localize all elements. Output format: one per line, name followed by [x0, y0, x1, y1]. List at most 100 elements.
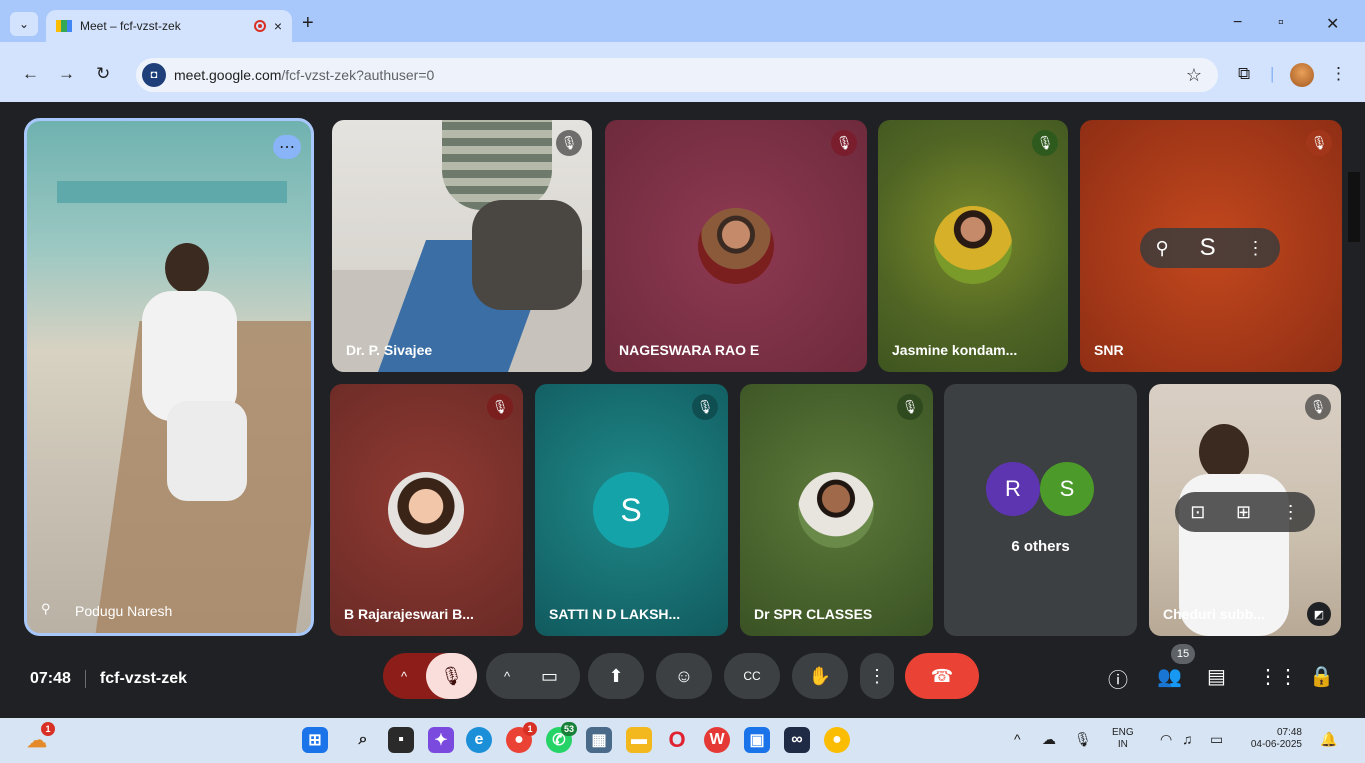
tile-more-options-icon[interactable]: ⋯	[273, 135, 301, 159]
unmute-mic-button[interactable]: 🎙	[426, 653, 477, 699]
forward-arrow-icon[interactable]: →	[58, 64, 75, 84]
file-explorer-icon[interactable]: ▬	[626, 727, 652, 753]
reactions-button[interactable]: ☺	[656, 653, 712, 699]
person-legs-shape	[167, 401, 247, 501]
raise-hand-button[interactable]: ✋	[792, 653, 848, 699]
video-options-chevron-icon[interactable]: ^	[504, 669, 510, 684]
chrome-profile-icon[interactable]: ●	[824, 727, 850, 753]
participant-tile-jasmine[interactable]: 🎙 Jasmine kondam...	[878, 120, 1068, 372]
weather-widget-icon[interactable]: ☁ 1	[24, 722, 55, 753]
microsoft-store-icon[interactable]: ▣	[744, 727, 770, 753]
pin-icon[interactable]: ⚲	[1155, 238, 1168, 259]
wps-office-icon[interactable]: W	[704, 727, 730, 753]
chrome-icon[interactable]: ● 1	[506, 722, 537, 753]
add-to-screen-icon[interactable]: ⊞	[1236, 502, 1251, 523]
tile-hover-controls: ⊡ ⊞ ⋮	[1175, 492, 1315, 532]
participant-tile-cheduri[interactable]: ⊡ ⊞ ⋮ 🎙 ◩ Cheduri subb...	[1149, 384, 1341, 636]
people-count-badge: 15	[1171, 644, 1195, 664]
close-window-button[interactable]: ✕	[1326, 14, 1339, 34]
tile-name: SNR	[1094, 342, 1124, 358]
cloud-sync-icon[interactable]: ☁	[1042, 731, 1056, 748]
whatsapp-icon[interactable]: ✆ 53	[546, 722, 577, 753]
address-bar[interactable]: ◘ meet.google.com/fcf-vzst-zek?authuser=…	[136, 58, 1218, 92]
browser-menu-kebab-icon[interactable]: ⋮	[1330, 64, 1347, 84]
pin-icon: ⚲	[41, 601, 51, 616]
people-icon[interactable]: 👥	[1157, 664, 1182, 689]
participant-tile-satti[interactable]: S 🎙 SATTI N D LAKSH...	[535, 384, 728, 636]
more-options-button[interactable]: ⋮	[860, 653, 894, 699]
zoom-like-app-icon[interactable]: ∞	[784, 727, 810, 753]
back-arrow-icon[interactable]: ←	[22, 64, 39, 84]
audio-options-chevron-icon[interactable]: ^	[401, 669, 407, 684]
tile-name: Dr. P. Sivajee	[346, 342, 433, 358]
microphone-icon[interactable]: 🎙	[1074, 731, 1092, 748]
muted-mic-icon: 🎙	[692, 394, 718, 420]
person-legs-shape	[472, 200, 582, 310]
copilot-icon[interactable]: ✦	[428, 727, 454, 753]
tile-more-options-icon[interactable]: ⋮	[1247, 238, 1265, 259]
volume-icon[interactable]: ♫	[1182, 731, 1193, 747]
participant-tile-nageswara[interactable]: 🎙 NAGESWARA RAO E	[605, 120, 867, 372]
windows-start-icon[interactable]: ⊞	[302, 727, 328, 753]
camera-icon[interactable]: ▭	[541, 666, 558, 687]
host-controls-lock-icon[interactable]: 🔒	[1309, 664, 1334, 689]
emoji-icon: ☺	[674, 665, 694, 686]
google-meet-favicon-icon	[56, 20, 72, 32]
new-tab-button[interactable]: +	[302, 12, 314, 35]
frame-person-icon[interactable]: ⊡	[1190, 502, 1205, 523]
extensions-puzzle-icon[interactable]: ⧉	[1238, 64, 1250, 84]
present-screen-button[interactable]: ⬆	[588, 653, 644, 699]
site-info-icon[interactable]: ◘	[142, 63, 166, 87]
participant-tile-rajarajeswari[interactable]: 🎙 B Rajarajeswari B...	[330, 384, 523, 636]
participant-avatar	[798, 472, 874, 548]
meeting-code: fcf-vzst-zek	[99, 670, 188, 687]
wifi-icon[interactable]: ◠	[1160, 731, 1172, 748]
tab-search-chevron-icon[interactable]: ⌄	[10, 12, 38, 36]
meeting-info-icon[interactable]: ⓘ	[1108, 664, 1128, 693]
bookmark-star-icon[interactable]: ☆	[1186, 65, 1202, 86]
person-head-shape	[1199, 424, 1249, 480]
picture-in-picture-icon[interactable]: ◩	[1307, 602, 1331, 626]
opera-icon[interactable]: O	[664, 727, 690, 753]
restore-window-button[interactable]: ▫	[1278, 14, 1284, 32]
present-icon: ⬆	[608, 665, 624, 686]
muted-mic-icon: 🎙	[1306, 130, 1332, 156]
participant-tile-sivajee[interactable]: 🎙 Dr. P. Sivajee	[332, 120, 592, 372]
participant-tile-snr[interactable]: ⚲ S ⋮ 🎙 SNR	[1080, 120, 1342, 372]
whatsapp-badge: 53	[560, 722, 577, 736]
screen-share-icon[interactable]: S	[1200, 234, 1216, 262]
tab-close-icon[interactable]: ×	[274, 18, 282, 34]
camera-control-group: ^ ▭	[486, 653, 580, 699]
chat-icon[interactable]: ▤	[1207, 664, 1226, 689]
featured-participant-tile[interactable]: ⋯ ⚲ Podugu Naresh	[24, 118, 314, 636]
participant-avatar	[388, 472, 464, 548]
participant-tile-spr-classes[interactable]: 🎙 Dr SPR CLASSES	[740, 384, 933, 636]
activities-grid-icon[interactable]: ⋮⋮	[1258, 664, 1298, 689]
system-clock[interactable]: 07:48 04-06-2025	[1246, 727, 1302, 751]
muted-mic-icon: 🎙	[831, 130, 857, 156]
tile-name: NAGESWARA RAO E	[619, 342, 760, 358]
profile-avatar[interactable]	[1290, 63, 1314, 87]
input-language[interactable]: ENG IN	[1112, 727, 1134, 751]
task-view-icon[interactable]: ▪	[388, 727, 414, 753]
others-tile[interactable]: R S 6 others	[944, 384, 1137, 636]
minimize-window-button[interactable]: −	[1233, 14, 1242, 32]
participant-initial-avatar: S	[1040, 462, 1094, 516]
calculator-icon[interactable]: ▦	[586, 727, 612, 753]
muted-mic-icon: 🎙	[1032, 130, 1058, 156]
browser-tab-meet[interactable]: Meet – fcf-vzst-zek ×	[46, 10, 292, 42]
browser-toolbar: ← → ↻ ◘ meet.google.com/fcf-vzst-zek?aut…	[0, 42, 1365, 102]
reload-icon[interactable]: ↻	[96, 64, 110, 84]
meeting-clock: 07:48	[30, 670, 71, 687]
tile-more-options-icon[interactable]: ⋮	[1282, 502, 1300, 523]
leave-call-button[interactable]: ☎	[905, 653, 979, 699]
battery-icon[interactable]: ▭	[1210, 731, 1223, 748]
hand-icon: ✋	[808, 665, 832, 686]
person-head-shape	[165, 243, 209, 293]
edge-browser-icon[interactable]: e	[466, 727, 492, 753]
notifications-bell-icon[interactable]: 🔔	[1320, 731, 1337, 748]
search-icon[interactable]: ⌕	[350, 727, 376, 753]
tile-name: Podugu Naresh	[75, 603, 173, 619]
captions-button[interactable]: CC	[724, 653, 780, 699]
show-hidden-icons-chevron-icon[interactable]: ^	[1014, 731, 1021, 747]
